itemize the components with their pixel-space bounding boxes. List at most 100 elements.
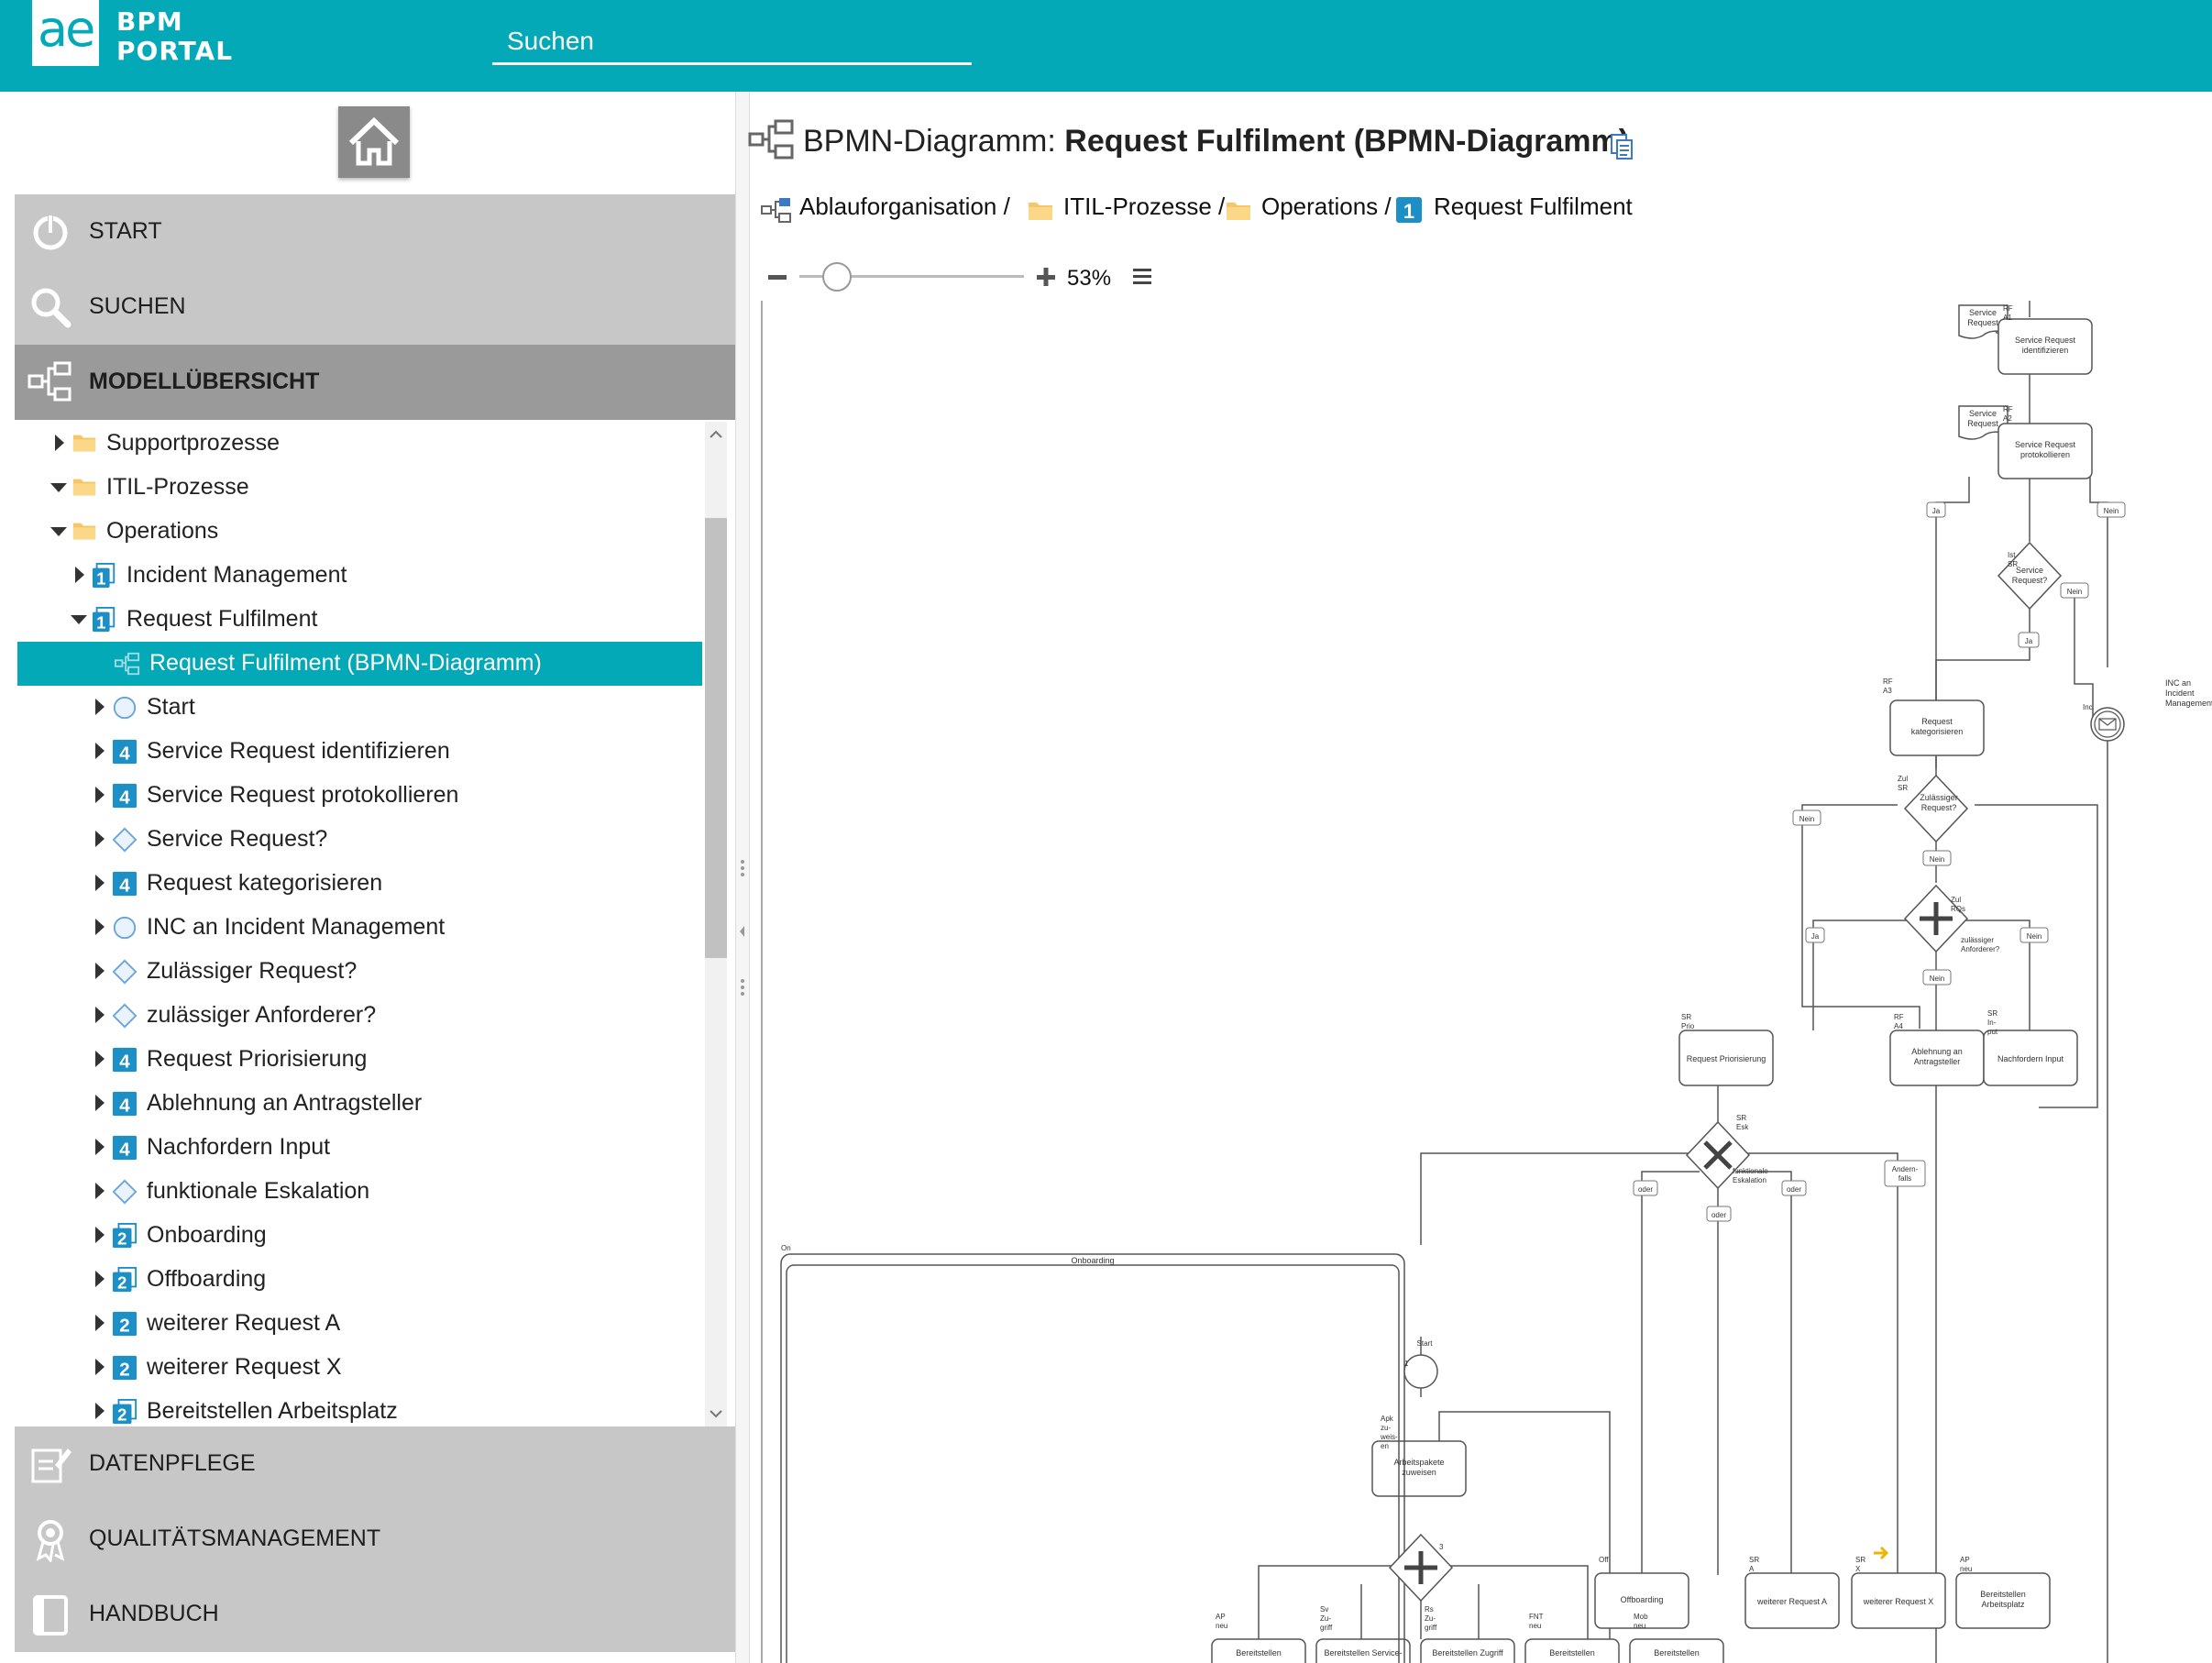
start-event[interactable] (1403, 1354, 1438, 1389)
diagram-label-start: Start (1417, 1339, 1434, 1348)
tree-item[interactable]: 1 Request Fulfilment (15, 598, 702, 642)
caret-right-icon[interactable] (95, 1227, 105, 1243)
zoom-slider-thumb[interactable] (822, 262, 853, 292)
tree-scrollbar[interactable] (705, 422, 727, 1426)
tree-item-label: Ablehnung an Antragsteller (147, 1090, 423, 1116)
caret-right-icon[interactable] (95, 1051, 105, 1067)
zoom-slider[interactable] (799, 262, 1024, 292)
zoom-in-icon[interactable] (1035, 266, 1057, 288)
caret-right-icon[interactable] (95, 1403, 105, 1419)
nav-handbook[interactable]: HANDBUCH (15, 1577, 735, 1652)
breadcrumb-item-itil[interactable]: ITIL-Prozesse / (1063, 193, 1225, 221)
tree-item[interactable]: 2 Onboarding (15, 1214, 702, 1258)
bpmn-diagram-icon (114, 651, 140, 677)
tree-item[interactable]: 4 Nachfordern Input (15, 1126, 702, 1170)
bpmn-diagram[interactable]: Service Request Service Request RF A1 RF A2 Serv… (763, 301, 2212, 1663)
page-title: BPMN-Diagramm: Request Fulfilment (BPMN-… (803, 124, 1629, 160)
nav-start-label: START (89, 218, 162, 244)
tree-item[interactable]: Zulässiger Request? (15, 950, 702, 994)
caret-right-icon[interactable] (95, 1007, 105, 1023)
search-input[interactable] (505, 20, 967, 62)
tree-item-label: Incident Management (127, 562, 347, 588)
nav-data-maintenance[interactable]: DATENPFLEGE (15, 1426, 735, 1502)
tree-item[interactable]: 2 Offboarding (15, 1258, 702, 1302)
scroll-up-icon[interactable] (705, 424, 727, 446)
diagram-label-lbl-off: Off (1599, 1556, 1609, 1564)
tree-item[interactable]: 4 Service Request protokollieren (15, 774, 702, 818)
copy-icon[interactable] (1608, 133, 1635, 160)
caret-down-icon[interactable] (50, 527, 67, 536)
tree-item[interactable]: zulässiger Anforderer? (15, 994, 702, 1038)
scroll-down-icon[interactable] (705, 1403, 727, 1425)
diagram-label-nein: Nein (1930, 855, 1944, 864)
tree-item[interactable]: 4 Request kategorisieren (15, 862, 702, 906)
diagram-label-gw-requester: zulässiger Anforderer? (1961, 936, 2000, 953)
tree-item[interactable]: 4 Request Priorisierung (15, 1038, 702, 1082)
org-model-icon (761, 198, 791, 223)
app-logo[interactable]: ae (32, 0, 99, 66)
caret-right-icon[interactable] (95, 1095, 105, 1111)
tree-item[interactable]: Start (15, 686, 702, 730)
breadcrumb-item-operations[interactable]: Operations / (1261, 193, 1392, 221)
tree-scroll-thumb[interactable] (705, 518, 727, 958)
caret-down-icon[interactable] (71, 615, 87, 624)
diagram-label-lbl-sr-esk: SR Esk (1736, 1114, 1749, 1131)
model-tree: Supportprozesse ITIL-Prozesse Operations 1 I… (15, 422, 735, 1426)
caret-right-icon[interactable] (95, 1183, 105, 1199)
tree-item[interactable]: Operations (15, 510, 702, 554)
subprocess-2-icon: 2 (112, 1223, 138, 1249)
caret-right-icon[interactable] (95, 875, 105, 891)
svg-text:1: 1 (96, 612, 105, 632)
caret-down-icon[interactable] (50, 483, 67, 492)
folder-icon (72, 475, 97, 501)
tree-item-selected[interactable]: Request Fulfilment (BPMN-Diagramm) (17, 642, 702, 686)
caret-right-icon[interactable] (95, 743, 105, 759)
collapse-arrow-icon[interactable] (736, 843, 749, 1027)
caret-right-icon[interactable] (95, 963, 105, 979)
breadcrumb-item-request-fulfilment[interactable]: Request Fulfilment (1434, 193, 1633, 221)
zoom-out-icon[interactable] (766, 266, 788, 288)
nav-search[interactable]: SUCHEN (15, 270, 735, 345)
folder-icon (1029, 203, 1052, 220)
diagram-label-req-a: weiterer Request A (1756, 1597, 1827, 1606)
tree-item[interactable]: 2 Bereitstellen Arbeitsplatz (15, 1390, 702, 1426)
caret-right-icon[interactable] (95, 1271, 105, 1287)
tree-item[interactable]: Supportprozesse (15, 422, 702, 466)
caret-right-icon[interactable] (95, 787, 105, 803)
caret-right-icon[interactable] (95, 1139, 105, 1155)
caret-right-icon[interactable] (55, 435, 64, 451)
inc-message-event[interactable] (2090, 707, 2125, 742)
tree-item[interactable]: funktionale Eskalation (15, 1170, 702, 1214)
diagram-label-sub2: Bereitstellen Service- (1324, 1648, 1402, 1657)
diagram-label-sub3: Bereitstellen Zugriff (1432, 1648, 1503, 1657)
diagram-label-lbl-sub3: Rs Zu-griff (1425, 1605, 1437, 1632)
caret-right-icon[interactable] (95, 831, 105, 847)
tree-item[interactable]: 1 Incident Management (15, 554, 702, 598)
home-button[interactable] (338, 106, 410, 178)
caret-right-icon[interactable] (95, 919, 105, 935)
caret-right-icon[interactable] (95, 1359, 105, 1375)
tree-item[interactable]: 2 weiterer Request A (15, 1302, 702, 1346)
breadcrumb-item-ablauforganisation[interactable]: Ablauforganisation / (799, 193, 1010, 221)
task-4-icon: 4 (112, 1091, 138, 1117)
tree-item[interactable]: 4 Service Request identifizieren (15, 730, 702, 774)
tree-item[interactable]: 2 weiterer Request X (15, 1346, 702, 1390)
subprocess-onboarding[interactable] (780, 1253, 1405, 1663)
nav-start[interactable]: START (15, 194, 735, 270)
nav-model-overview-label: MODELLÜBERSICHT (89, 369, 320, 394)
diagram-label-sub4: Bereitstellen (1549, 1648, 1595, 1657)
caret-right-icon[interactable] (75, 567, 84, 583)
tree-item[interactable]: Service Request? (15, 818, 702, 862)
caret-right-icon[interactable] (95, 699, 105, 715)
sidebar: START SUCHEN MODELLÜBERSICHT Supportproz… (15, 92, 735, 1663)
tree-item[interactable]: INC an Incident Management (15, 906, 702, 950)
menu-icon[interactable] (1131, 265, 1153, 287)
tree-item[interactable]: ITIL-Prozesse (15, 466, 702, 510)
bpmn-diagram-canvas[interactable]: Service Request Service Request RF A1 RF A2 Serv… (761, 301, 2212, 1663)
caret-right-icon[interactable] (95, 1315, 105, 1331)
nav-model-overview[interactable]: MODELLÜBERSICHT (15, 345, 735, 420)
tree-item[interactable]: 4 Ablehnung an Antragsteller (15, 1082, 702, 1126)
tree-item-label: Service Request? (147, 826, 328, 852)
nav-quality-management[interactable]: QUALITÄTSMANAGEMENT (15, 1502, 735, 1577)
logo-mark: ae (38, 0, 95, 58)
